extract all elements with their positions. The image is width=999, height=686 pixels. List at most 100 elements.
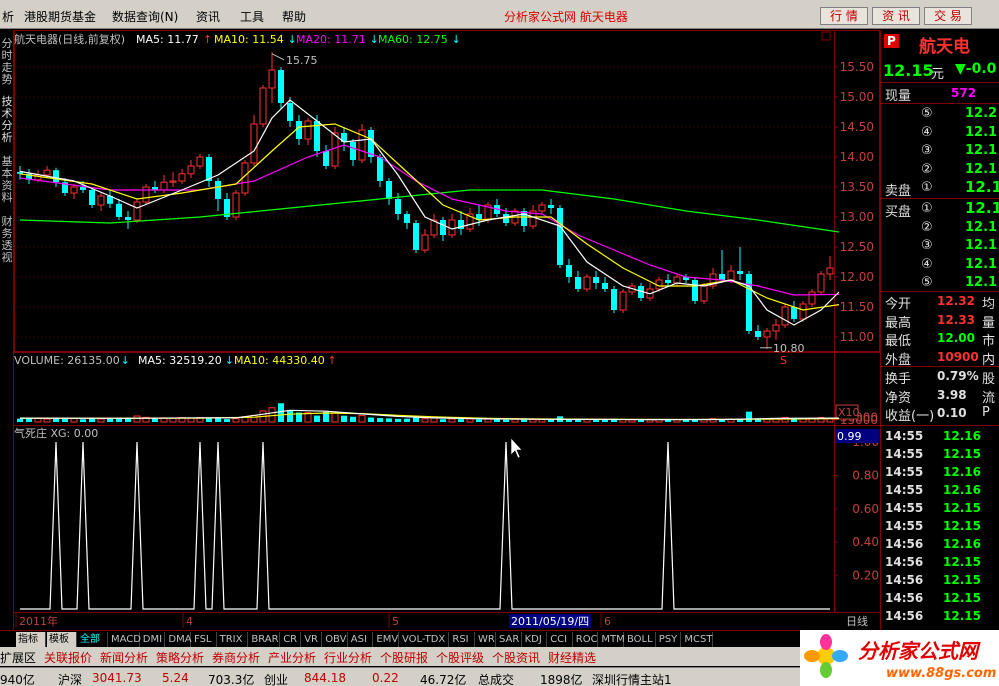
- tick-price: 12.15: [943, 609, 981, 623]
- candle: [817, 271, 825, 295]
- volume-bar: [62, 418, 68, 422]
- indicator-tab[interactable]: BOLL: [625, 632, 656, 647]
- volume-bar: [746, 411, 752, 422]
- indicator-tab[interactable]: 模板: [47, 632, 77, 647]
- indicator-tab[interactable]: PSY: [657, 632, 682, 647]
- menu-button[interactable]: 交 易: [924, 7, 972, 25]
- menu-item[interactable]: 数据查询(N): [112, 8, 178, 25]
- candle: [133, 199, 141, 223]
- tick-price: 12.15: [943, 555, 981, 569]
- candle: [665, 274, 671, 286]
- tick-price: 12.15: [943, 447, 981, 461]
- indicator-tab[interactable]: CR: [281, 632, 302, 647]
- bid-level: ③: [921, 238, 933, 253]
- menu-item[interactable]: 帮助: [282, 8, 306, 25]
- indicator-tab[interactable]: 指标: [16, 632, 46, 647]
- extension-tab-bar: 扩展区 关联报价 新闻分析 策略分析 券商分析 产业分析 行业分析 个股研报 个股评级 个股资讯财…: [0, 647, 800, 666]
- menu-item[interactable]: 析: [2, 8, 14, 25]
- volume-bar: [358, 415, 366, 423]
- extension-tab[interactable]: 关联报价: [44, 649, 92, 666]
- logo-url: www.88gs.com: [886, 666, 996, 681]
- stat-value: 12.32: [937, 294, 975, 308]
- status-item: 46.72亿: [420, 673, 467, 686]
- volume-bar: [169, 417, 177, 423]
- left-tab[interactable]: 技术分析: [0, 96, 14, 144]
- maximize-icon[interactable]: [821, 31, 831, 41]
- trend-arrow-icon: ↑: [327, 354, 336, 367]
- menu-item[interactable]: 港股期货基金: [24, 8, 96, 25]
- candle: [97, 191, 105, 211]
- extension-tab[interactable]: 券商分析: [212, 649, 260, 666]
- left-tab[interactable]: 分时走势: [0, 38, 14, 86]
- tick-time: 14:56: [885, 591, 924, 605]
- stat-suffix: 市: [982, 334, 996, 350]
- indicator-tab[interactable]: DMA: [166, 632, 192, 647]
- x-axis-bar: [14, 613, 880, 630]
- indicator-tab[interactable]: 全部: [78, 632, 108, 647]
- indicator-tab[interactable]: TRIX: [218, 632, 249, 647]
- bid-price: 12.1: [965, 199, 999, 217]
- tick-time: 14:55: [885, 501, 924, 515]
- indicator-tab[interactable]: DMI: [141, 632, 166, 647]
- candle: [259, 85, 267, 127]
- indicator-tab[interactable]: ROC: [574, 632, 599, 647]
- indicator-tab[interactable]: KDJ: [523, 632, 548, 647]
- period-label[interactable]: 日线: [846, 614, 868, 628]
- extension-tab[interactable]: 个股评级: [436, 649, 484, 666]
- menu-item[interactable]: 资讯: [196, 8, 220, 25]
- extension-tab[interactable]: 财经精选: [548, 649, 596, 666]
- menu-button[interactable]: 行 情: [820, 7, 868, 25]
- indicator-tab[interactable]: MCST: [682, 632, 714, 647]
- indicator-tab[interactable]: EMV: [374, 632, 399, 647]
- volume-bar: [665, 419, 671, 422]
- stat-value: 0.10: [937, 406, 967, 421]
- extension-tab[interactable]: 个股资讯: [492, 649, 540, 666]
- candle: [116, 199, 122, 220]
- candle: [683, 274, 689, 283]
- bid-level: ②: [921, 219, 933, 235]
- indicator-tab[interactable]: OBV: [323, 632, 348, 647]
- candle: [575, 271, 581, 292]
- indicator-tab[interactable]: RSI: [450, 632, 475, 647]
- volume-legend: MA5: 32519.20: [138, 354, 222, 367]
- tick-time: 14:55: [885, 447, 924, 461]
- indicator-tab[interactable]: WR: [476, 632, 496, 647]
- left-tab[interactable]: 财务透视: [0, 216, 14, 264]
- indicator-tab[interactable]: ASI: [349, 632, 374, 647]
- stat-value: 10900: [937, 350, 979, 365]
- candle: [421, 229, 429, 253]
- extension-tab[interactable]: 个股研报: [380, 649, 428, 666]
- candle: [548, 199, 554, 214]
- status-item: 3041.73: [92, 671, 142, 685]
- extension-tab[interactable]: 策略分析: [156, 649, 204, 666]
- indicator-tab[interactable]: BRAR: [249, 632, 281, 647]
- volume-bar: [206, 418, 212, 422]
- date-label: 4: [186, 615, 193, 628]
- candle: [358, 124, 366, 163]
- indicator-tab[interactable]: FSL: [192, 632, 217, 647]
- extension-tab[interactable]: 新闻分析: [100, 649, 148, 666]
- left-tab[interactable]: 基本资料: [0, 156, 14, 204]
- price-tick-label: 14.50: [840, 120, 874, 134]
- indicator-tab[interactable]: VR: [302, 632, 323, 647]
- indicator-tab[interactable]: MACD: [109, 632, 141, 647]
- extension-tab[interactable]: 扩展区: [0, 649, 36, 666]
- indicator-tab[interactable]: VOL-TDX: [400, 632, 450, 647]
- menu-item[interactable]: 工具: [240, 8, 264, 25]
- candle: [413, 220, 419, 253]
- extension-tab[interactable]: 产业分析: [268, 649, 316, 666]
- indicator-tab[interactable]: MTM: [599, 632, 625, 647]
- candle: [440, 217, 446, 241]
- price-tick-label: 13.00: [840, 210, 874, 224]
- volume-legend: VOLUME: 26135.00: [14, 354, 120, 367]
- menu-button[interactable]: 资 讯: [872, 7, 920, 25]
- panel-separator: [881, 425, 999, 426]
- indicator-tab[interactable]: CCI: [548, 632, 573, 647]
- date-cursor: 2011/05/19/四: [511, 615, 589, 628]
- extension-tab[interactable]: 行业分析: [324, 649, 372, 666]
- current-volume-value: 572: [951, 86, 977, 100]
- volume-bar: [413, 417, 419, 422]
- stat-value: 12.00: [937, 331, 975, 346]
- candle: [557, 205, 563, 268]
- indicator-tab[interactable]: SAR: [497, 632, 522, 647]
